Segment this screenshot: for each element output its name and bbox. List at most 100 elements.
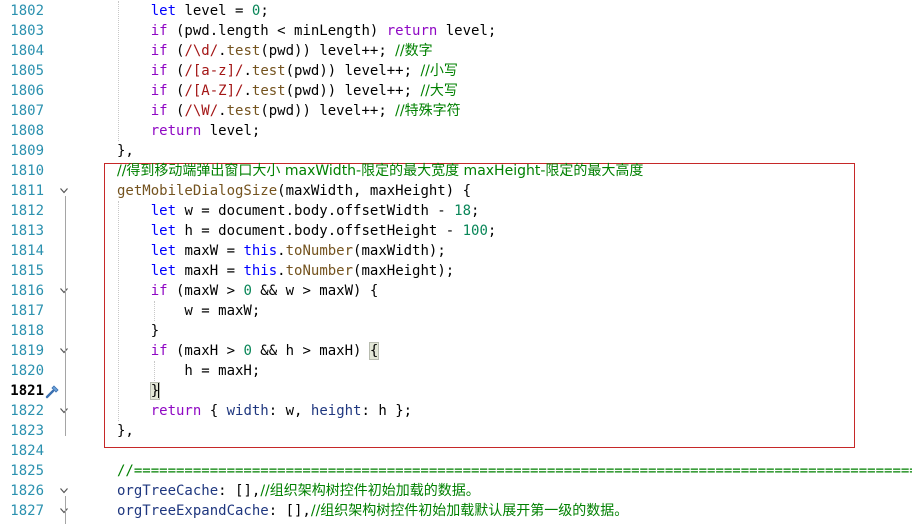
code-text[interactable]: if (/[a-z]/.test(pwd)) level++; //小写	[117, 61, 458, 81]
code-line[interactable]: 1812 let w = document.body.offsetWidth -…	[0, 201, 912, 221]
code-line[interactable]: 1827 orgTreeExpandCache: [],//组织架构树控件初始加载…	[0, 501, 912, 521]
code-token: orgTreeExpandCache	[117, 503, 269, 519]
indent-guide	[118, 201, 119, 421]
code-line[interactable]: 1807 if (/\W/.test(pwd)) level++; //特殊字符	[0, 101, 912, 121]
line-number: 1807	[10, 103, 44, 119]
line-number: 1808	[10, 123, 44, 139]
code-text[interactable]: if (/\d/.test(pwd)) level++; //数字	[117, 41, 433, 61]
code-text[interactable]: }	[117, 321, 159, 341]
code-token: .	[218, 43, 227, 59]
code-token: return	[386, 23, 438, 39]
code-line[interactable]: 1826 orgTreeCache: [],//组织架构树控件初始加载的数据。	[0, 481, 912, 501]
code-text[interactable]: if (/[A-Z]/.test(pwd)) level++; //大写	[117, 81, 458, 101]
code-line[interactable]: 1822 return { width: w, height: h };	[0, 401, 912, 421]
code-token: (pwd)) level++;	[285, 83, 421, 99]
code-text[interactable]: },	[117, 421, 134, 441]
chevron-down-icon[interactable]	[58, 341, 70, 361]
code-text[interactable]: if (/\W/.test(pwd)) level++; //特殊字符	[117, 101, 461, 121]
code-editor[interactable]: 1802 let level = 0; 1803 if (pwd.length <…	[0, 0, 912, 524]
code-line[interactable]: 1804 if (/\d/.test(pwd)) level++; //数字	[0, 41, 912, 61]
code-token: orgTreeCache	[117, 483, 219, 499]
code-text[interactable]: },	[117, 141, 134, 161]
code-line[interactable]: 1821 }	[0, 381, 912, 401]
code-line[interactable]: 1809},	[0, 141, 912, 161]
line-number: 1817	[10, 303, 44, 319]
screwdriver-icon[interactable]	[45, 383, 61, 399]
code-text[interactable]: w = maxW;	[117, 301, 260, 321]
code-text[interactable]: let w = document.body.offsetWidth - 18;	[117, 201, 480, 221]
line-number: 1806	[10, 83, 44, 99]
indent-guide	[118, 1, 119, 141]
code-token: test	[226, 43, 261, 59]
code-token: let	[150, 243, 177, 259]
line-number: 1809	[10, 143, 44, 159]
code-line[interactable]: 1819 if (maxH > 0 && h > maxH) {	[0, 341, 912, 361]
code-line[interactable]: 1815 let maxH = this.toNumber(maxHeight)…	[0, 261, 912, 281]
code-text[interactable]: if (maxW > 0 && w > maxW) {	[117, 281, 379, 301]
code-token: toNumber	[285, 243, 354, 259]
code-text[interactable]: return level;	[117, 121, 261, 141]
code-token: .	[218, 103, 227, 119]
fold-region-line	[65, 356, 66, 396]
code-token: (pwd.length < minLength)	[167, 23, 387, 39]
chevron-down-icon[interactable]	[58, 181, 70, 201]
code-text[interactable]: let maxH = this.toNumber(maxHeight);	[117, 261, 454, 281]
code-text[interactable]: return { width: w, height: h };	[117, 401, 412, 421]
chevron-down-icon[interactable]	[58, 481, 70, 501]
code-token: let	[150, 263, 177, 279]
code-line[interactable]: 1806 if (/[A-Z]/.test(pwd)) level++; //大…	[0, 81, 912, 101]
code-line[interactable]: 1816 if (maxW > 0 && w > maxW) {	[0, 281, 912, 301]
code-token: //特殊字符	[395, 103, 461, 119]
code-line[interactable]: 1808 return level;	[0, 121, 912, 141]
code-text[interactable]: if (maxH > 0 && h > maxH) {	[117, 341, 380, 361]
code-token: ;	[260, 3, 269, 19]
code-token: level =	[176, 3, 252, 19]
code-token: : h };	[361, 403, 413, 419]
code-line[interactable]: 1825 //==================================…	[0, 461, 912, 481]
code-token: : [],	[268, 503, 311, 519]
code-line[interactable]: 1805 if (/[a-z]/.test(pwd)) level++; //小…	[0, 61, 912, 81]
code-token: test	[251, 63, 286, 79]
code-text[interactable]: let maxW = this.toNumber(maxWidth);	[117, 241, 446, 261]
code-text[interactable]: let h = document.body.offsetHeight - 100…	[117, 221, 497, 241]
code-line[interactable]: 1823},	[0, 421, 912, 441]
code-text[interactable]: let level = 0;	[117, 1, 269, 21]
code-text[interactable]: //======================================…	[117, 461, 912, 481]
code-text[interactable]: //得到移动端弹出窗口大小 maxWidth-限定的最大宽度 maxHeight…	[117, 161, 643, 181]
code-text[interactable]: getMobileDialogSize(maxWidth, maxHeight)…	[117, 181, 471, 201]
code-line[interactable]: 1811 getMobileDialogSize(maxWidth, maxHei…	[0, 181, 912, 201]
code-token: .	[243, 63, 252, 79]
code-line[interactable]: 1820 h = maxH;	[0, 361, 912, 381]
chevron-down-icon[interactable]	[58, 501, 70, 521]
line-number: 1814	[10, 243, 44, 259]
code-line[interactable]: 1818 }	[0, 321, 912, 341]
line-number: 1825	[10, 463, 44, 479]
code-token: //数字	[395, 43, 433, 59]
code-text[interactable]: h = maxH;	[117, 361, 260, 381]
line-number: 1803	[10, 23, 44, 39]
code-text[interactable]: orgTreeCache: [],//组织架构树控件初始加载的数据。	[117, 481, 480, 501]
code-line[interactable]: 1817 w = maxW;	[0, 301, 912, 321]
chevron-down-icon[interactable]	[58, 401, 70, 421]
code-token: //大写	[420, 83, 458, 99]
code-text[interactable]: orgTreeExpandCache: [],//组织架构树控件初始加载默认展开…	[117, 501, 628, 521]
line-number: 1811	[10, 183, 44, 199]
code-line[interactable]: 1813 let h = document.body.offsetHeight …	[0, 221, 912, 241]
code-text[interactable]: }	[117, 381, 161, 401]
code-line[interactable]: 1814 let maxW = this.toNumber(maxWidth);	[0, 241, 912, 261]
line-number: 1818	[10, 323, 44, 339]
code-token: (	[167, 43, 185, 59]
line-number: 1815	[10, 263, 44, 279]
code-text[interactable]: if (pwd.length < minLength) return level…	[117, 21, 497, 41]
code-line[interactable]: 1824	[0, 441, 912, 461]
chevron-down-icon[interactable]	[58, 281, 70, 301]
line-number: 1805	[10, 63, 44, 79]
code-token: ;	[471, 203, 480, 219]
code-line[interactable]: 1802 let level = 0;	[0, 1, 912, 21]
code-line[interactable]: 1803 if (pwd.length < minLength) return …	[0, 21, 912, 41]
code-line[interactable]: 1810 //得到移动端弹出窗口大小 maxWidth-限定的最大宽度 maxHe…	[0, 161, 912, 181]
code-token: (pwd)) level++;	[260, 103, 396, 119]
